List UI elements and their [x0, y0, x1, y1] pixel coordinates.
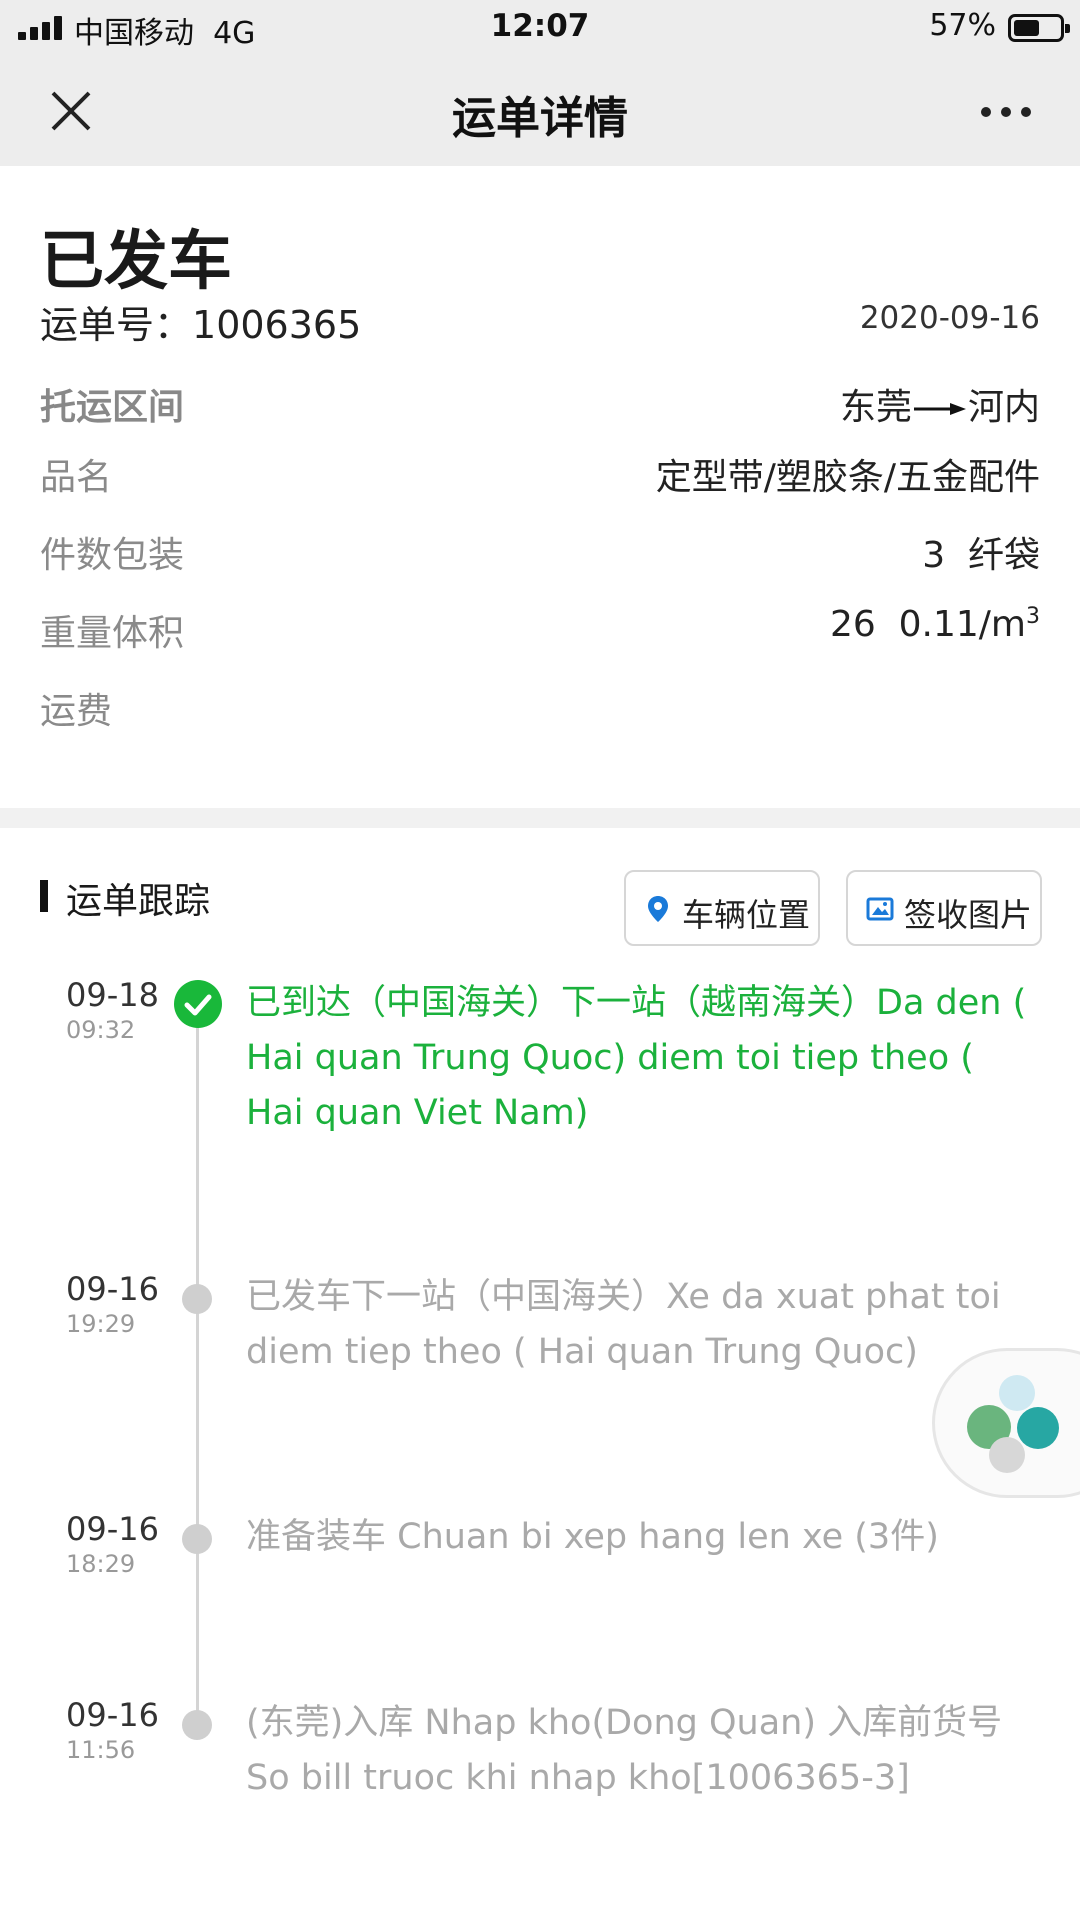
event-date: 09-18 [66, 976, 159, 1014]
package-value: 3 纤袋 [922, 535, 1040, 576]
package-label: 件数包装 [40, 535, 185, 576]
route-value: 东莞 河内 [840, 378, 1040, 430]
event-time: 19:29 [66, 1310, 136, 1338]
check-icon [174, 980, 222, 1028]
timeline-line [196, 1008, 199, 1738]
waybill-number-value: 1006365 [192, 303, 362, 347]
route-label: 托运区间 [40, 387, 185, 428]
weight-volume-value: 26 0.11/m [829, 604, 1026, 645]
floating-app-widget[interactable] [932, 1348, 1080, 1498]
product-value: 定型带/塑胶条/五金配件 [655, 457, 1040, 498]
info-row-product: 品名 定型带/塑胶条/五金配件 [40, 448, 1040, 498]
signed-photo-button[interactable]: 签收图片 [846, 870, 1042, 946]
event-date: 09-16 [66, 1510, 159, 1548]
app-icon [999, 1375, 1035, 1411]
route-from: 东莞 [839, 387, 912, 428]
waybill-number-label: 运单号： [40, 303, 193, 347]
location-pin-icon [648, 896, 668, 922]
image-icon [866, 897, 894, 921]
section-divider [0, 808, 1080, 828]
clock: 12:07 [490, 8, 590, 44]
battery-icon [1008, 14, 1070, 42]
route-to: 河内 [967, 387, 1040, 428]
battery-percent: 57% [929, 8, 996, 43]
info-row-weight: 重量体积 26 0.11/m3 [40, 604, 1040, 654]
tracking-section: 运单跟踪 车辆位置 签收图片 09-18 09:32 已到达（中国海关）下一站（… [0, 828, 1080, 1920]
event-time: 18:29 [66, 1550, 136, 1578]
page-title: 运单详情 [452, 93, 628, 144]
event-description: (东莞)入库 Nhap kho(Dong Quan) 入库前货号 So bill… [246, 1703, 1003, 1798]
product-label: 品名 [40, 457, 113, 498]
event-time: 11:56 [66, 1736, 136, 1764]
status-bar: 中国移动 4G 12:07 57% [0, 0, 1080, 56]
info-row-freight: 运费 [40, 682, 1040, 732]
vehicle-location-button[interactable]: 车辆位置 [624, 870, 820, 946]
event-date: 09-16 [66, 1270, 159, 1308]
event-description: 准备装车 Chuan bi xep hang len xe (3件) [246, 1517, 939, 1557]
timeline-dot [182, 1284, 212, 1314]
signed-photo-label: 签收图片 [904, 896, 1033, 934]
vehicle-location-label: 车辆位置 [682, 896, 811, 934]
app-icon [1017, 1407, 1059, 1449]
more-icon[interactable] [976, 92, 1036, 132]
event-description: 已发车下一站（中国海关）Xe da xuat phat toi diem tie… [246, 1277, 1001, 1372]
waybill-summary: 已发车 运单号：1006365 2020-09-16 托运区间 东莞 河内 品名 … [0, 166, 1080, 808]
event-time: 09:32 [66, 1016, 136, 1044]
event-description: 已到达（中国海关）下一站（越南海关）Da den ( Hai quan Trun… [246, 983, 1027, 1133]
arrow-right-icon [913, 403, 966, 415]
waybill-date: 2020-09-16 [859, 300, 1040, 336]
event-date: 09-16 [66, 1696, 159, 1734]
volume-unit-superscript: 3 [1026, 604, 1040, 629]
nav-bar: 运单详情 [0, 56, 1080, 166]
waybill-number: 运单号：1006365 [40, 294, 361, 349]
link-icon [989, 1437, 1025, 1473]
info-row-package: 件数包装 3 纤袋 [40, 526, 1040, 576]
weight-label: 重量体积 [40, 613, 185, 654]
weight-value: 26 0.11/m3 [830, 604, 1040, 645]
info-row-route: 托运区间 东莞 河内 [40, 378, 1040, 428]
shipment-status: 已发车 [40, 225, 232, 299]
tracking-title: 运单跟踪 [66, 881, 211, 922]
freight-label: 运费 [40, 691, 113, 732]
section-marker [40, 880, 48, 912]
timeline-dot [182, 1710, 212, 1740]
timeline-dot [182, 1524, 212, 1554]
